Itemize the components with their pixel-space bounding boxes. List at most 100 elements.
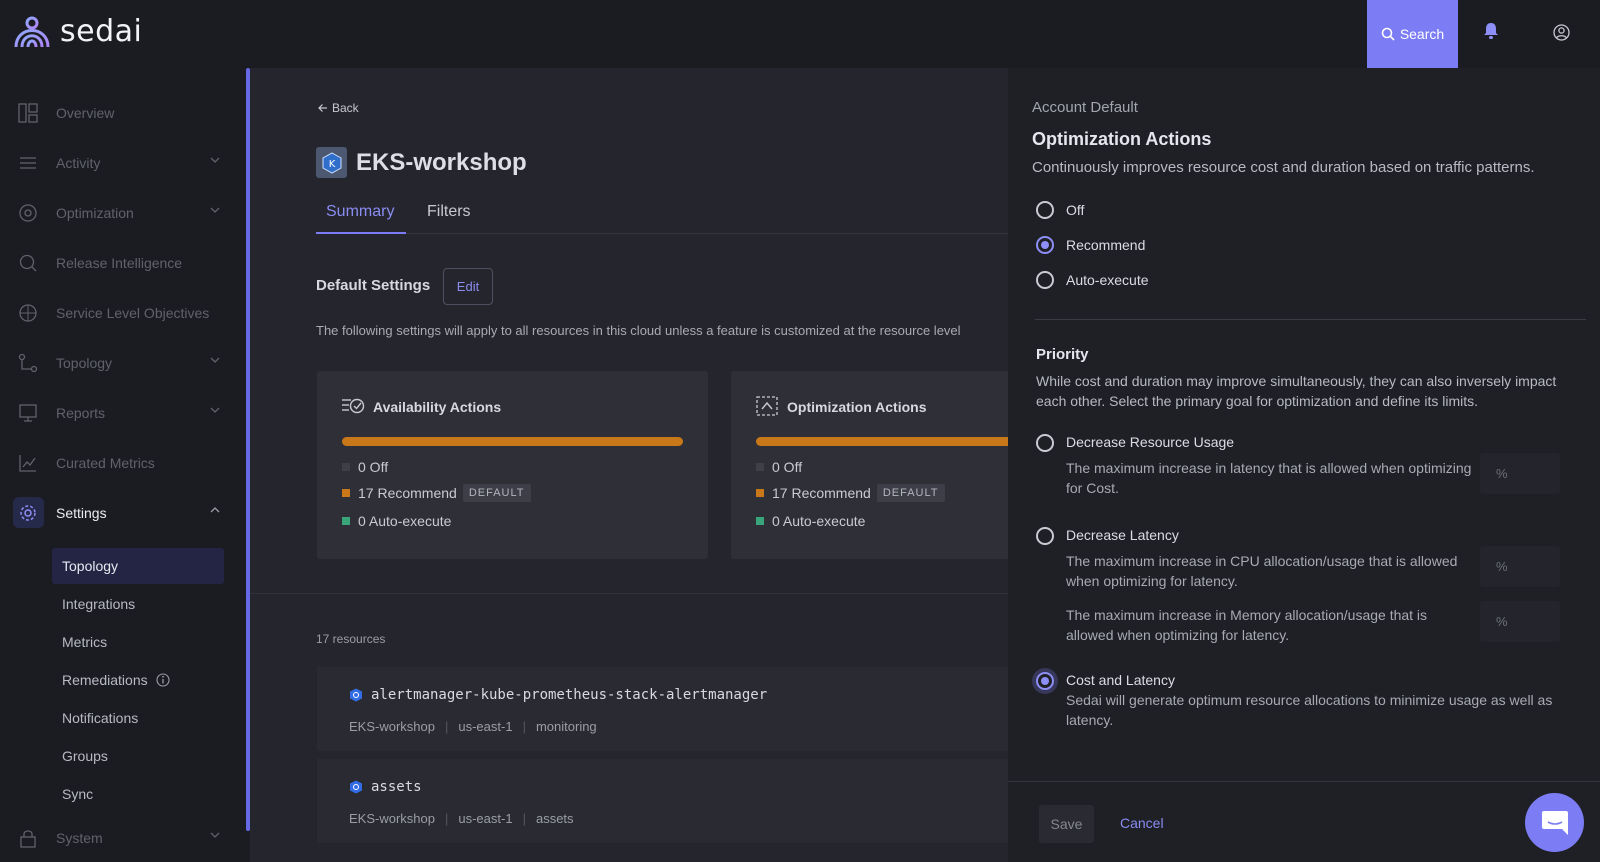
edit-button[interactable]: Edit [443,268,493,305]
sidebar-item-label: Topology [56,355,113,371]
latency-percent-input[interactable]: % [1480,453,1560,494]
page-title: EKS-workshop [356,148,527,176]
settings-sub-integrations[interactable]: Integrations [52,586,224,622]
target-icon [19,304,37,322]
back-label: Back [332,101,359,115]
recommend-count-row: 17 Recommend DEFAULT [342,484,531,502]
main-content: Back K EKS-workshop Summary Filters Defa… [250,68,1008,862]
sidebar-item-settings[interactable]: Settings [0,493,240,533]
sidebar-item-optimization[interactable]: Optimization [0,193,240,233]
logo-text: sedai [60,14,143,49]
divider [250,593,1008,594]
notifications-bell-icon[interactable] [1483,22,1499,45]
mode-auto-execute-radio[interactable] [1036,271,1054,289]
resource-namespace: assets [535,811,574,826]
mode-recommend-label: Recommend [1066,237,1146,253]
sidebar-item-release-intelligence[interactable]: Release Intelligence [0,243,240,283]
sidebar-item-label: Optimization [56,205,134,221]
priority-decrease-latency-radio[interactable] [1036,527,1054,545]
resource-cluster: EKS-workshop [349,719,435,734]
divider [1008,781,1600,782]
sidebar-item-topology[interactable]: Topology [0,343,240,383]
memory-percent-input[interactable]: % [1480,601,1560,642]
info-icon[interactable] [156,673,170,687]
sidebar-item-label: Release Intelligence [56,255,183,271]
mode-off-radio[interactable] [1036,201,1054,219]
release-icon [19,254,37,272]
off-count-row: 0 Off [342,459,388,475]
drawer-title: Optimization Actions [1032,129,1212,149]
kubernetes-icon [350,688,362,702]
sidebar-item-label: System [56,830,103,846]
sidebar-item-label: Overview [56,105,115,121]
user-avatar-icon[interactable] [1553,24,1570,46]
priority-cost-and-latency-label: Cost and Latency [1066,672,1175,688]
logo[interactable]: sedai [12,14,142,49]
cpu-percent-input[interactable]: % [1480,546,1560,587]
settings-sub-sync[interactable]: Sync [52,776,224,812]
tab-summary[interactable]: Summary [326,203,394,221]
progress-bar [342,437,683,446]
page-header: K EKS-workshop [316,147,527,178]
availability-actions-card[interactable]: Availability Actions 0 Off 17 Recommend D… [317,371,708,559]
account-default-label: Account Default [1032,99,1138,116]
mode-auto-execute-label: Auto-execute [1066,272,1149,288]
settings-sub-remediations[interactable]: Remediations [52,662,224,698]
mode-off-label: Off [1066,202,1085,218]
sidebar-item-curated-metrics[interactable]: Curated Metrics [0,443,240,483]
chevron-down-icon [210,207,220,213]
settings-sub-metrics[interactable]: Metrics [52,624,224,660]
off-count: 0 Off [358,459,389,475]
chat-button[interactable] [1525,793,1584,852]
search-icon [1381,27,1395,41]
priority-decrease-latency-memory-desc: The maximum increase in Memory allocatio… [1066,607,1428,643]
recommend-dot [342,489,350,497]
priority-cost-and-latency-radio[interactable] [1036,672,1054,690]
search-label: Search [1399,26,1445,42]
sidebar-item-system[interactable]: System [0,818,240,858]
optimization-arrows-icon [756,396,778,416]
settings-sub-notifications[interactable]: Notifications [52,700,224,736]
resource-row[interactable]: alertmanager-kube-prometheus-stack-alert… [317,667,1008,751]
reports-icon [19,404,37,422]
cancel-button[interactable]: Cancel [1120,815,1164,831]
chevron-down-icon [210,157,220,163]
active-tab-indicator [316,232,406,234]
tab-filters[interactable]: Filters [427,203,471,221]
chevron-up-icon [210,507,220,513]
resource-region: us-east-1 [458,811,513,826]
optimization-actions-card[interactable]: Optimization Actions 0 Off 17 Recommend D… [731,371,1008,559]
off-dot [756,463,764,471]
sidebar-item-service-level-objectives[interactable]: Service Level Objectives [0,293,240,333]
sidebar-item-activity[interactable]: Activity [0,143,240,183]
resource-row[interactable]: assets EKS-workshop | us-east-1 | assets [317,759,1008,843]
resource-name-wrap: alertmanager-kube-prometheus-stack-alert… [349,687,767,703]
settings-sub-topology[interactable]: Topology [52,548,224,584]
optimization-icon [19,204,37,222]
resource-cluster: EKS-workshop [349,811,435,826]
off-dot [342,463,350,471]
save-button[interactable]: Save [1039,805,1094,843]
priority-decrease-latency-label: Decrease Latency [1066,527,1179,543]
progress-bar [756,437,1008,446]
priority-decrease-usage-radio[interactable] [1036,434,1054,452]
recommend-count: 17 Recommend [772,485,871,501]
topology-icon [18,353,38,373]
default-settings-title: Default Settings [316,277,431,294]
resource-name-wrap: assets [349,779,422,795]
sedai-logo-icon [14,16,50,47]
mode-recommend-radio[interactable] [1036,236,1054,254]
sidebar-item-reports[interactable]: Reports [0,393,240,433]
back-link[interactable]: Back [318,101,359,115]
grid-icon [18,103,38,123]
resource-namespace: monitoring [535,719,597,734]
eks-icon: K [316,147,347,178]
priority-decrease-usage-label: Decrease Resource Usage [1066,434,1235,450]
sidebar-item-overview[interactable]: Overview [0,93,240,133]
off-count: 0 Off [772,459,803,475]
search-button[interactable]: Search [1367,0,1458,68]
sidebar-item-label: Service Level Objectives [56,305,210,321]
settings-sub-groups[interactable]: Groups [52,738,224,774]
sidebar-item-label: Settings [56,505,107,521]
recommend-count: 17 Recommend [358,485,457,501]
